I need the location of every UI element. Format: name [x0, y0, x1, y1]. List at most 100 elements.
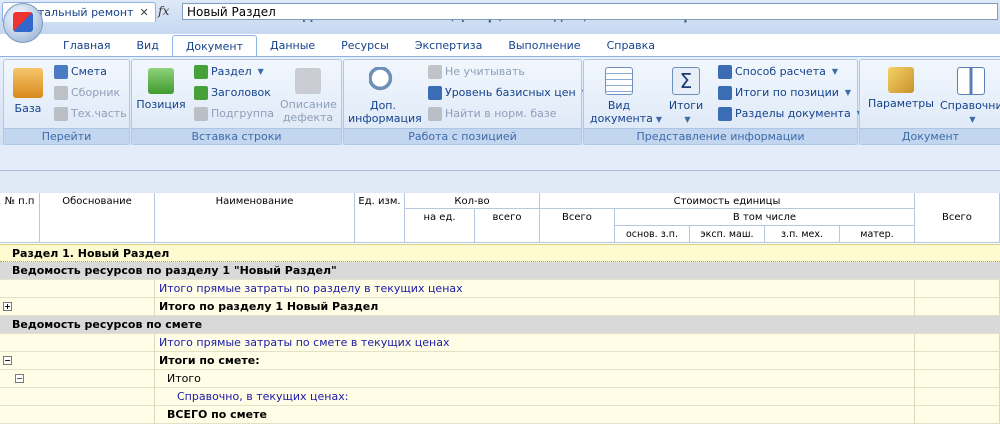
table-row[interactable]: − Итого	[0, 370, 1000, 388]
row-label: Итого	[155, 370, 915, 387]
col-name[interactable]: Наименование	[155, 193, 355, 243]
defect-label: Описание дефекта	[280, 98, 337, 124]
techpart-button[interactable]: Тех.часть	[54, 105, 127, 123]
reference-button[interactable]: Справочни ▼	[940, 64, 1000, 126]
calc-method-icon	[718, 65, 732, 79]
subgroup-button[interactable]: Подгруппа	[194, 105, 274, 123]
table-row[interactable]: Ведомость ресурсов по смете	[0, 316, 1000, 334]
smeta-button[interactable]: Смета	[54, 63, 107, 81]
col-qty-total[interactable]: всего	[475, 209, 540, 243]
fx-icon[interactable]: fx	[158, 4, 169, 18]
database-icon	[13, 68, 43, 98]
sbornik-button[interactable]: Сборник	[54, 84, 120, 102]
position-button[interactable]: Позиция	[136, 64, 186, 111]
magnifier-icon	[369, 67, 397, 95]
group-document: Параметры Справочни ▼ Документ	[859, 59, 1000, 145]
sections-button[interactable]: Разделы документа▼	[718, 105, 863, 123]
chevron-down-icon: ▼	[684, 115, 691, 124]
row-label: Итого прямые затраты по смете в текущих …	[155, 334, 915, 351]
cell-total	[915, 352, 1000, 369]
add-subgroup-icon	[194, 107, 208, 121]
app-menu-button[interactable]	[3, 3, 43, 43]
cell-total	[915, 298, 1000, 315]
totals-pos-button[interactable]: Итоги по позиции ▼	[718, 84, 851, 102]
col-num[interactable]: № п.п	[0, 193, 40, 243]
col-incl[interactable]: В том числе	[615, 209, 915, 226]
table-row[interactable]: Справочно, в текущих ценах:	[0, 388, 1000, 406]
cell-empty	[0, 406, 155, 423]
tab-home[interactable]: Главная	[50, 35, 124, 56]
extra-info-button[interactable]: Доп. информация	[348, 64, 422, 125]
tab-view[interactable]: Вид	[124, 35, 172, 56]
group-insert-row: Позиция Раздел ▼ Заголовок Подгруппа Опис…	[131, 59, 342, 145]
col-osn-zp[interactable]: основ. з.п.	[615, 226, 690, 243]
cell-total	[915, 334, 1000, 351]
base-button[interactable]: База	[8, 64, 48, 115]
tab-data[interactable]: Данные	[257, 35, 328, 56]
col-unit-cost-all[interactable]: Всего	[540, 209, 615, 243]
ignore-icon	[428, 65, 442, 79]
col-basis[interactable]: Обоснование	[40, 193, 155, 243]
findnorm-label: Найти в норм. базе	[445, 107, 557, 120]
row-label: Ведомость ресурсов по разделу 1 "Новый Р…	[12, 264, 337, 277]
table-row[interactable]: ВСЕГО по смете	[0, 406, 1000, 424]
group-goto: База Смета Сборник Тех.часть Перейти	[3, 59, 130, 145]
tab-document[interactable]: Документ	[171, 35, 257, 57]
formula-input[interactable]: Новый Раздел	[182, 3, 998, 20]
tab-expertise[interactable]: Экспертиза	[402, 35, 495, 56]
price-level-icon	[428, 86, 442, 100]
tab-execution[interactable]: Выполнение	[495, 35, 593, 56]
section-button[interactable]: Раздел ▼	[194, 63, 264, 81]
cell-empty	[0, 298, 155, 315]
totals-position-icon	[718, 86, 732, 100]
chevron-down-icon: ▼	[831, 67, 839, 76]
calc-method-button[interactable]: Способ расчета ▼	[718, 63, 838, 81]
group-work-label: Работа с позицией	[344, 128, 581, 144]
chevron-down-icon: ▼	[257, 67, 264, 76]
row-label: ВСЕГО по смете	[155, 406, 915, 423]
col-eksp-mash[interactable]: эксп. маш.	[690, 226, 765, 243]
defect-button[interactable]: Описание дефекта	[280, 64, 337, 124]
baselevel-label: Уровень базисных цен	[445, 86, 576, 99]
close-icon[interactable]: ✕	[139, 3, 148, 22]
formula-bar	[0, 145, 1000, 171]
baselevel-button[interactable]: Уровень базисных цен▼	[428, 84, 588, 102]
view-doc-label: Вид документа	[590, 99, 653, 125]
table-row[interactable]: Ведомость ресурсов по разделу 1 "Новый Р…	[0, 262, 1000, 280]
table-row[interactable]: + Итого по разделу 1 Новый Раздел	[0, 298, 1000, 316]
table-row[interactable]: − Итоги по смете:	[0, 352, 1000, 370]
col-mater[interactable]: матер.	[840, 226, 915, 243]
header-button[interactable]: Заголовок	[194, 84, 271, 102]
document-tab-strip	[0, 171, 1000, 194]
book-icon	[957, 67, 985, 95]
col-qty-per-unit[interactable]: на ед.	[405, 209, 475, 243]
ribbon: База Смета Сборник Тех.часть Перейти Поз…	[0, 56, 1000, 146]
findnorm-button[interactable]: Найти в норм. базе	[428, 105, 557, 123]
params-button[interactable]: Параметры	[868, 64, 934, 110]
col-zp-mech[interactable]: з.п. мех.	[765, 226, 840, 243]
totals-label: Итоги	[668, 99, 704, 112]
view-doc-button[interactable]: Вид документа ▼	[590, 64, 662, 126]
col-total[interactable]: Всего	[915, 193, 1000, 243]
row-label: Справочно, в текущих ценах:	[155, 388, 915, 405]
ignore-label: Не учитывать	[445, 65, 525, 78]
cell-empty	[0, 280, 155, 297]
col-unit-cost[interactable]: Стоимость единицы	[540, 193, 915, 209]
totals-button[interactable]: Σ Итоги ▼	[666, 64, 706, 126]
table-view-icon	[605, 67, 633, 95]
defect-icon	[295, 68, 321, 94]
ignore-button[interactable]: Не учитывать	[428, 63, 525, 81]
cell-empty	[0, 352, 155, 369]
table-row[interactable]: Итого прямые затраты по смете в текущих …	[0, 334, 1000, 352]
position-label: Позиция	[136, 98, 186, 111]
sections-label: Разделы документа	[735, 107, 851, 120]
tab-help[interactable]: Справка	[594, 35, 668, 56]
tab-resources[interactable]: Ресурсы	[328, 35, 402, 56]
group-goto-label: Перейти	[4, 128, 129, 144]
col-unit[interactable]: Ед. изм.	[355, 193, 405, 243]
table-row[interactable]: Раздел 1. Новый Раздел	[0, 244, 1000, 262]
totals-pos-label: Итоги по позиции	[735, 86, 839, 99]
table-row[interactable]: Итого прямые затраты по разделу в текущи…	[0, 280, 1000, 298]
calc-method-label: Способ расчета	[735, 65, 826, 78]
col-qty[interactable]: Кол-во	[405, 193, 540, 209]
